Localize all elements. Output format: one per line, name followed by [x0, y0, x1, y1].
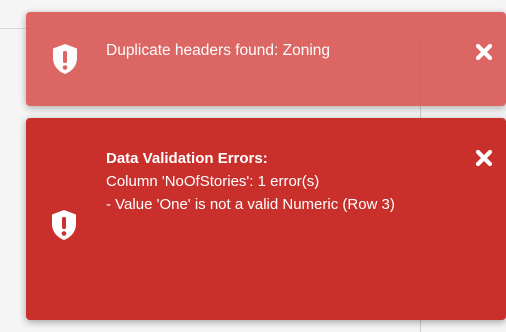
- toast-title: Data Validation Errors:: [106, 150, 268, 167]
- error-line: Column 'NoOfStories': 1 error(s): [106, 173, 320, 190]
- validation-errors-toast[interactable]: Data Validation Errors: Column 'NoOfStor…: [26, 118, 506, 320]
- shield-exclamation-icon: [50, 209, 78, 241]
- duplicate-headers-toast[interactable]: Duplicate headers found: Zoning: [26, 12, 506, 106]
- toast-message: Duplicate headers found: Zoning: [106, 42, 331, 59]
- shield-exclamation-icon: [51, 43, 79, 75]
- toast-body: Data Validation Errors: Column 'NoOfStor…: [106, 147, 456, 216]
- page: Duplicate headers found: Zoning Data Val…: [0, 0, 506, 332]
- close-icon[interactable]: [474, 148, 494, 168]
- close-icon[interactable]: [474, 42, 494, 62]
- error-line: - Value 'One' is not a valid Numeric (Ro…: [106, 196, 395, 213]
